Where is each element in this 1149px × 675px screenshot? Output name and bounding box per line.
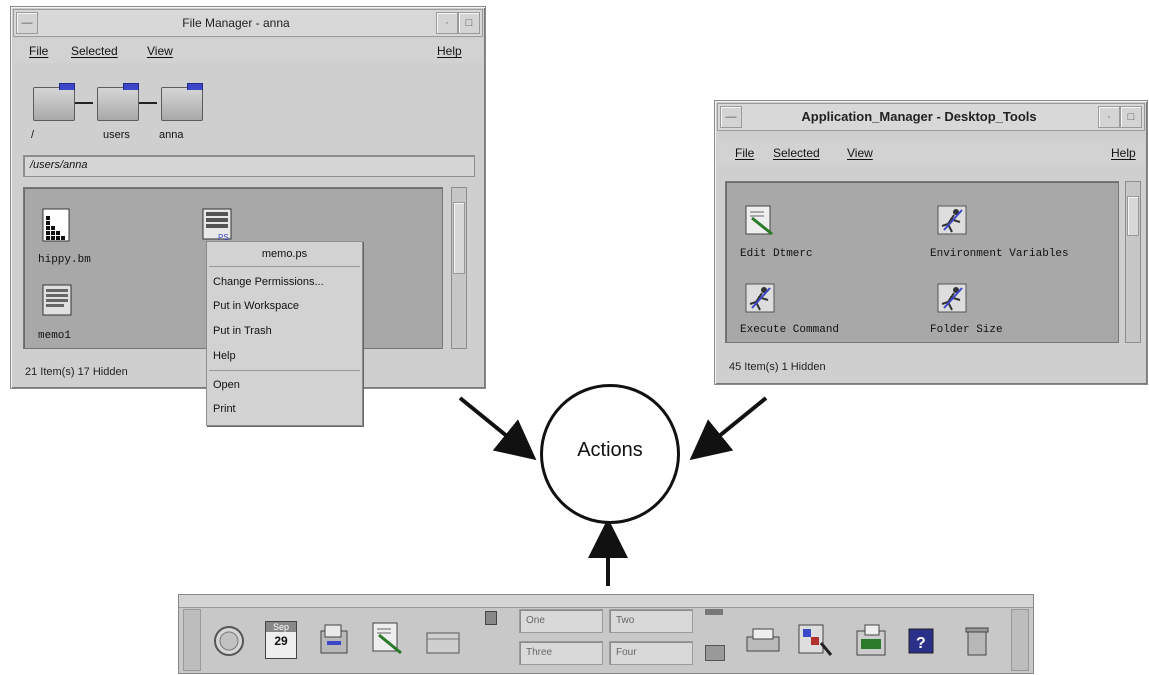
app-manager-panel-icon[interactable] <box>855 623 887 656</box>
busy-indicator <box>705 645 725 661</box>
workspace-button-one[interactable]: One <box>519 609 603 633</box>
printer-icon[interactable] <box>745 627 780 659</box>
calendar-icon[interactable]: Sep 29 <box>265 621 297 659</box>
workspace-button-four[interactable]: Four <box>609 641 693 665</box>
mailer-icon[interactable] <box>425 629 460 661</box>
help-manager-icon[interactable]: ? <box>907 627 939 659</box>
svg-text:?: ? <box>916 635 926 652</box>
arrows <box>458 396 768 586</box>
front-panel-grip-left[interactable] <box>183 609 201 671</box>
front-panel: Sep 29 One Two Three Four ? <box>178 594 1034 674</box>
style-manager-icon[interactable] <box>797 623 833 656</box>
workspace-button-two[interactable]: Two <box>609 609 693 633</box>
trash-can-icon[interactable] <box>965 625 997 657</box>
front-panel-grip-right[interactable] <box>1011 609 1029 671</box>
actions-circle: Actions <box>540 384 680 524</box>
arrow-from-app-manager <box>689 396 768 461</box>
calendar-month: Sep <box>266 622 296 632</box>
arrow-from-file-manager <box>458 396 537 461</box>
text-editor-icon[interactable] <box>371 621 403 655</box>
clock-icon[interactable] <box>213 625 245 657</box>
lock-icon[interactable] <box>485 611 497 625</box>
file-manager-home-icon[interactable] <box>317 621 349 654</box>
actions-label: Actions <box>577 439 643 461</box>
calendar-day: 29 <box>274 634 288 648</box>
workspace-button-three[interactable]: Three <box>519 641 603 665</box>
exit-button[interactable] <box>705 609 723 615</box>
front-panel-topstrip <box>179 595 1033 608</box>
